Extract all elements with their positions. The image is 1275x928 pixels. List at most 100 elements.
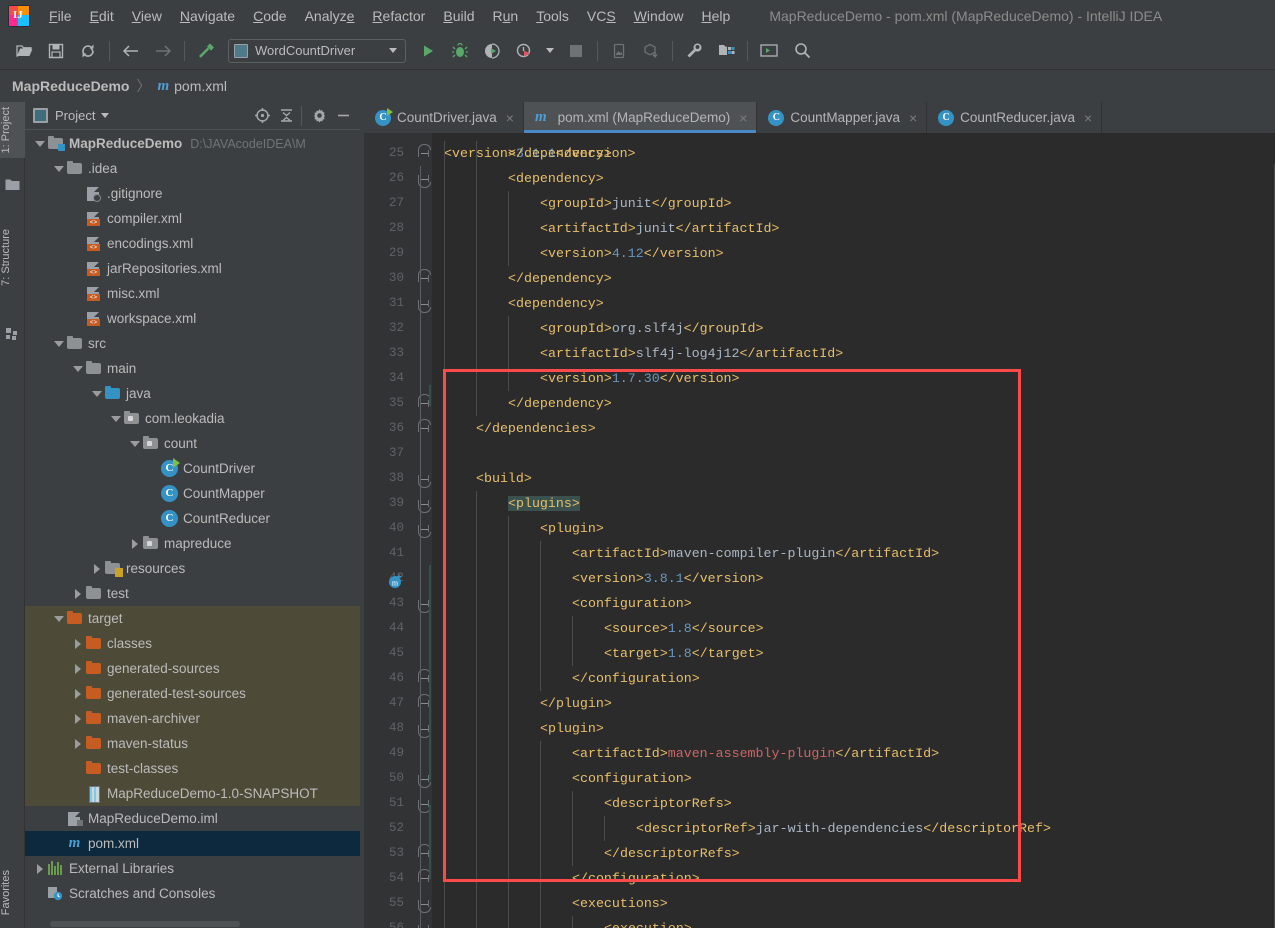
menu-tools[interactable]: Tools: [527, 0, 578, 32]
maven-gutter-icon[interactable]: m: [388, 573, 404, 589]
fold-open-icon[interactable]: [414, 791, 431, 816]
project-view-chevron-down-icon[interactable]: [101, 113, 110, 118]
tree-item-gitignore[interactable]: .gitignore: [25, 181, 360, 206]
code-line-29[interactable]: 29 <version>4.12</version>: [364, 241, 1275, 266]
tree-item-pom-xml[interactable]: m pom.xml: [25, 831, 360, 856]
close-icon[interactable]: ×: [909, 110, 917, 126]
code-line-51[interactable]: 51 <descriptorRefs>: [364, 791, 1275, 816]
fold-close-icon[interactable]: [414, 391, 431, 416]
chevron-right-icon[interactable]: [33, 862, 46, 875]
fold-close-icon[interactable]: [414, 841, 431, 866]
editor-tab-strip[interactable]: C CountDriver.java × m pom.xml (MapReduceDem…: [364, 102, 1275, 133]
code-line-47[interactable]: 47 </plugin>: [364, 691, 1275, 716]
tree-item-mapreducedemo-1-0-snapshot[interactable]: MapReduceDemo-1.0-SNAPSHOT: [25, 781, 360, 806]
code-line-35[interactable]: 35 </dependency>: [364, 391, 1275, 416]
menu-run[interactable]: Run: [484, 0, 528, 32]
sidebar-item-structure[interactable]: 7: Structure: [0, 224, 25, 291]
code-line-25[interactable]: 25 </dependency>: [364, 141, 1275, 166]
fold-open-icon[interactable]: [414, 491, 431, 516]
code-line-27[interactable]: 27 <groupId>junit</groupId>: [364, 191, 1275, 216]
run-icon[interactable]: [415, 38, 441, 64]
terminal-icon[interactable]: [756, 38, 782, 64]
chevron-down-icon[interactable]: [71, 362, 84, 375]
chevron-down-icon[interactable]: [90, 387, 103, 400]
code-line-38[interactable]: 38 <build>: [364, 466, 1275, 491]
collapse-all-icon[interactable]: [275, 105, 297, 127]
tree-item-maven-archiver[interactable]: maven-archiver: [25, 706, 360, 731]
close-icon[interactable]: ×: [1084, 110, 1092, 126]
wrench-icon[interactable]: [681, 38, 707, 64]
menu-vcs[interactable]: VCS: [578, 0, 625, 32]
fold-open-icon[interactable]: [414, 716, 431, 741]
menu-refactor[interactable]: Refactor: [363, 0, 434, 32]
tree-item-target[interactable]: target: [25, 606, 360, 631]
chevron-right-icon[interactable]: [71, 687, 84, 700]
tree-item-generated-sources[interactable]: generated-sources: [25, 656, 360, 681]
breadcrumb-project[interactable]: MapReduceDemo: [12, 78, 129, 94]
close-icon[interactable]: ×: [739, 110, 747, 126]
locate-icon[interactable]: [251, 105, 273, 127]
tree-item-src[interactable]: src: [25, 331, 360, 356]
code-line-30[interactable]: 30 </dependency>: [364, 266, 1275, 291]
close-icon[interactable]: ×: [506, 110, 514, 126]
code-line-33[interactable]: 33 <artifactId>slf4j-log4j12</artifactId>: [364, 341, 1275, 366]
code-lines-container[interactable]: 25 </dependency> 26 <dependency> 27 <groupId>…: [364, 141, 1275, 928]
tree-item-workspace-xml[interactable]: <> workspace.xml: [25, 306, 360, 331]
menu-help[interactable]: Help: [693, 0, 740, 32]
menu-code[interactable]: Code: [244, 0, 295, 32]
tree-item-test-classes[interactable]: test-classes: [25, 756, 360, 781]
code-line-55[interactable]: 55 <executions>: [364, 891, 1275, 916]
menu-analyze[interactable]: Analyze: [296, 0, 364, 32]
tree-item-com-leokadia[interactable]: com.leokadia: [25, 406, 360, 431]
fold-open-icon[interactable]: [414, 591, 431, 616]
forward-arrow-icon[interactable]: [150, 38, 176, 64]
tree-item-generated-test-sources[interactable]: generated-test-sources: [25, 681, 360, 706]
tree-item-mapreducedemo[interactable]: MapReduceDemo D:\JAVAcodeIDEA\M: [25, 131, 360, 156]
code-editor[interactable]: <version>3.1.1</version> 25 </dependency>…: [364, 133, 1275, 928]
fold-close-icon[interactable]: [414, 666, 431, 691]
open-folder-icon[interactable]: [11, 38, 37, 64]
tree-item-jarrepositories-xml[interactable]: <> jarRepositories.xml: [25, 256, 360, 281]
code-line-41[interactable]: 41 <artifactId>maven-compiler-plugin</art…: [364, 541, 1275, 566]
code-line-50[interactable]: 50 <configuration>: [364, 766, 1275, 791]
menu-view[interactable]: View: [123, 0, 171, 32]
tree-item-classes[interactable]: classes: [25, 631, 360, 656]
code-line-56[interactable]: 56 <execution>: [364, 916, 1275, 928]
search-everywhere-icon[interactable]: [789, 38, 815, 64]
tree-item-misc-xml[interactable]: <> misc.xml: [25, 281, 360, 306]
fold-open-icon[interactable]: [414, 166, 431, 191]
tree-item-mapreducedemo-iml[interactable]: MapReduceDemo.iml: [25, 806, 360, 831]
code-line-39[interactable]: 39 <plugins>: [364, 491, 1275, 516]
editor-tab-countreducer[interactable]: C CountReducer.java ×: [927, 102, 1103, 133]
tree-item-main[interactable]: main: [25, 356, 360, 381]
tree-item-resources[interactable]: resources: [25, 556, 360, 581]
tree-item-compiler-xml[interactable]: <> compiler.xml: [25, 206, 360, 231]
code-line-45[interactable]: 45 <target>1.8</target>: [364, 641, 1275, 666]
chevron-right-icon[interactable]: [128, 537, 141, 550]
fold-open-icon[interactable]: [414, 916, 429, 928]
sidebar-item-favorites[interactable]: Favorites: [0, 865, 25, 920]
tree-item-encodings-xml[interactable]: <> encodings.xml: [25, 231, 360, 256]
tree-item-count[interactable]: count: [25, 431, 360, 456]
tree-item-idea[interactable]: .idea: [25, 156, 360, 181]
project-structure-icon[interactable]: [713, 38, 739, 64]
code-line-26[interactable]: 26 <dependency>: [364, 166, 1275, 191]
fold-open-icon[interactable]: [414, 291, 431, 316]
fold-close-icon[interactable]: [414, 266, 431, 291]
code-line-42[interactable]: 42<version>3.8.1</version>: [364, 566, 1275, 591]
tree-item-java[interactable]: java: [25, 381, 360, 406]
code-line-43[interactable]: 43 <configuration>: [364, 591, 1275, 616]
fold-close-icon[interactable]: [414, 141, 431, 166]
fold-open-icon[interactable]: [414, 466, 431, 491]
profiler-icon[interactable]: [511, 38, 537, 64]
code-line-49[interactable]: 49 <artifactId>maven-assembly-plugin</art…: [364, 741, 1275, 766]
chevron-right-icon[interactable]: [90, 562, 103, 575]
chevron-down-icon[interactable]: [52, 162, 65, 175]
back-arrow-icon[interactable]: [118, 38, 144, 64]
tree-item-countdriver[interactable]: C CountDriver: [25, 456, 360, 481]
chevron-down-icon[interactable]: [33, 137, 46, 150]
chevron-right-icon[interactable]: [71, 737, 84, 750]
code-line-46[interactable]: 46 </configuration>: [364, 666, 1275, 691]
code-line-28[interactable]: 28 <artifactId>junit</artifactId>: [364, 216, 1275, 241]
menu-file[interactable]: FFileile: [40, 0, 81, 32]
